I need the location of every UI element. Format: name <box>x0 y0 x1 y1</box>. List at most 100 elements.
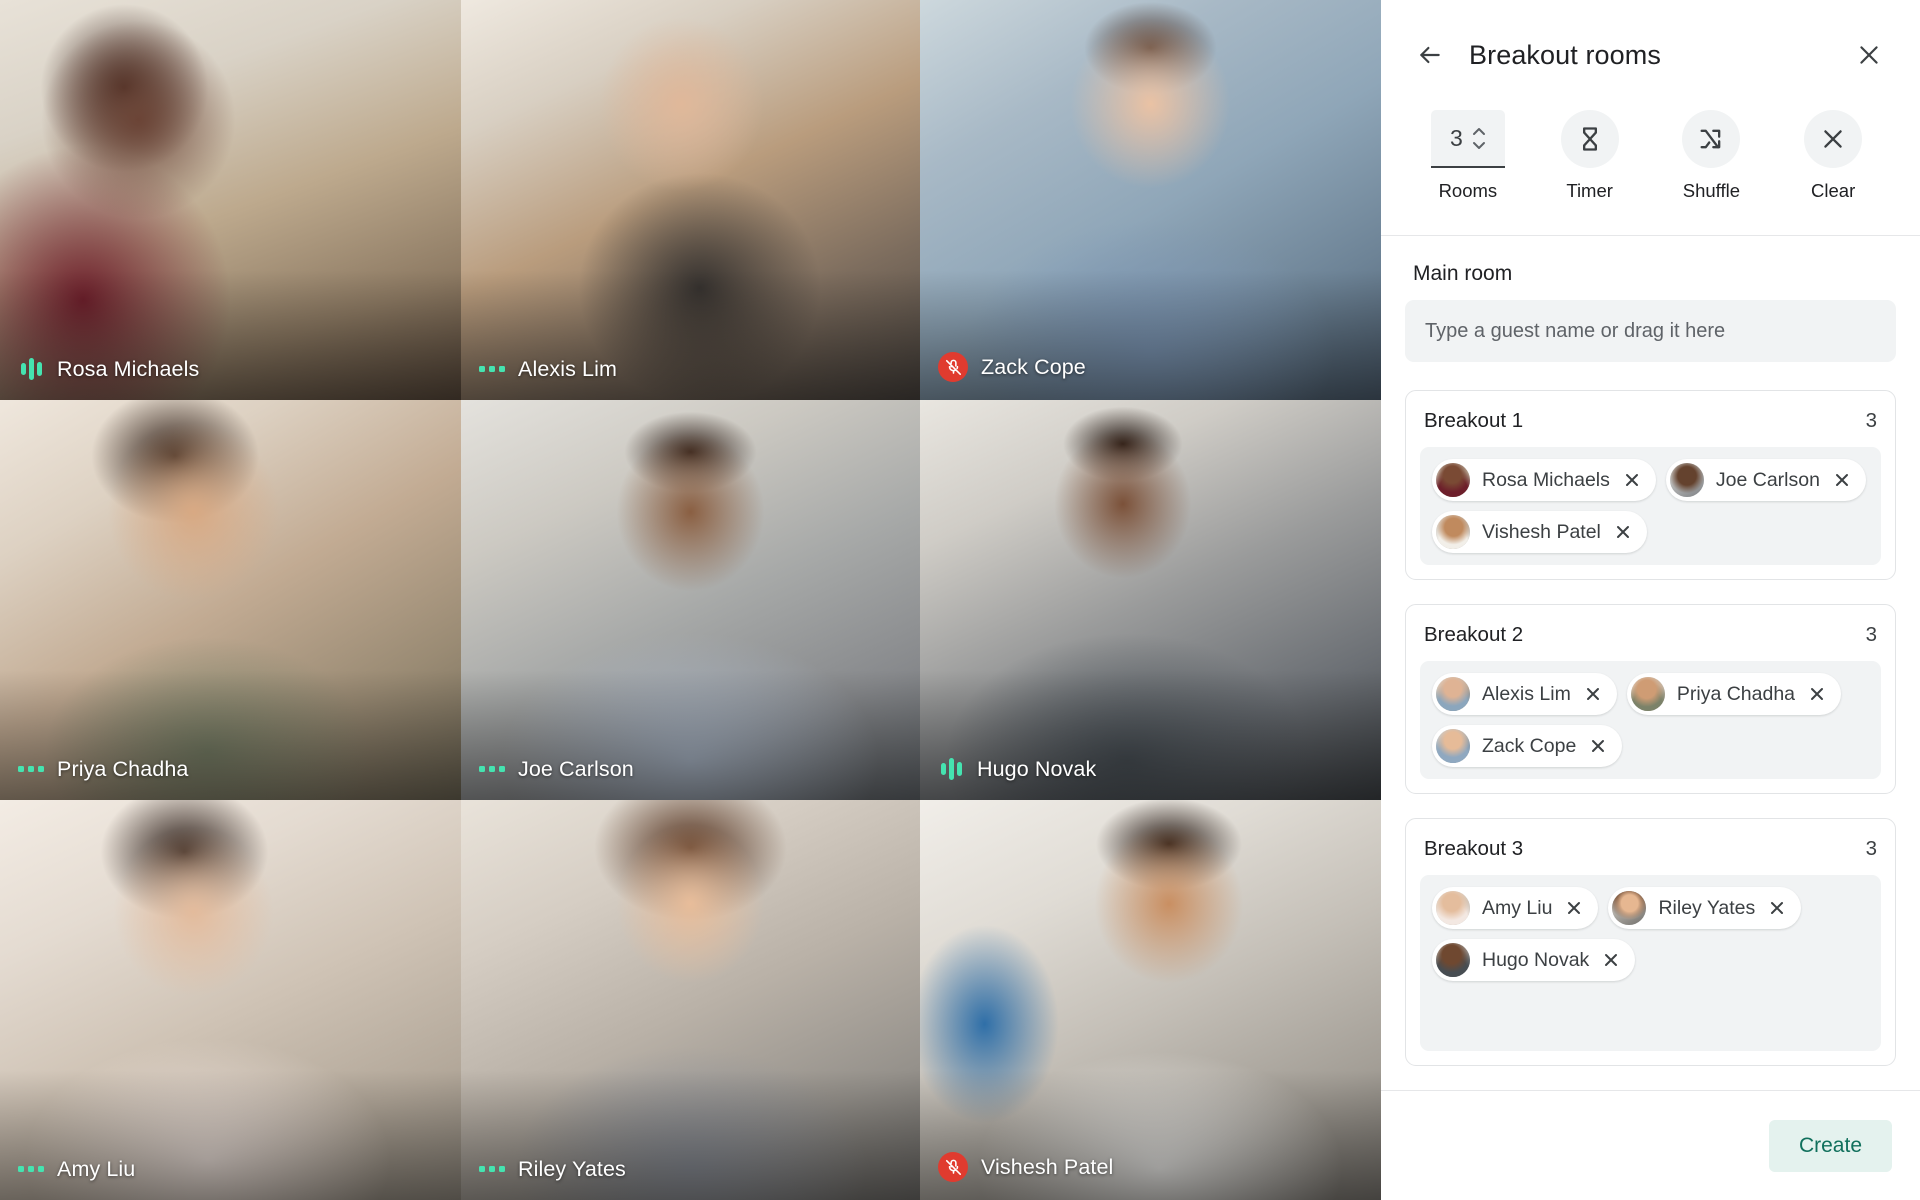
close-icon <box>1568 902 1581 914</box>
video-tile-riley-yates[interactable]: Riley Yates <box>461 800 920 1200</box>
breakout-room-header: Breakout 1 3 <box>1420 405 1881 447</box>
tile-participant-name: Joe Carlson <box>518 756 634 781</box>
participant-chip[interactable]: Rosa Michaels <box>1432 459 1656 501</box>
avatar <box>1436 515 1470 549</box>
back-button[interactable] <box>1407 32 1453 78</box>
participant-chip[interactable]: Hugo Novak <box>1432 939 1636 981</box>
tile-label: Rosa Michaels <box>18 356 199 382</box>
breakout-room-title: Breakout 3 <box>1424 837 1524 860</box>
stepper-arrows-icon[interactable] <box>1472 127 1486 150</box>
video-tile-alexis-lim[interactable]: Alexis Lim <box>461 0 920 400</box>
tile-participant-name: Amy Liu <box>57 1156 136 1181</box>
tile-label: Priya Chadha <box>18 756 188 782</box>
avatar <box>1436 677 1470 711</box>
rooms-stepper[interactable]: 3 Rooms <box>1407 110 1529 235</box>
avatar <box>1612 891 1647 925</box>
video-feed <box>0 400 461 800</box>
breakout-room-card[interactable]: Breakout 3 3 Amy Liu Riley Yates Hugo No… <box>1405 818 1896 1066</box>
tile-label: Zack Cope <box>938 352 1086 382</box>
tile-label: Joe Carlson <box>479 756 634 782</box>
remove-participant-button[interactable] <box>1830 468 1854 492</box>
timer-button-circle <box>1560 110 1619 168</box>
participant-chip[interactable]: Alexis Lim <box>1432 673 1617 715</box>
timer-button[interactable]: Timer <box>1529 110 1651 235</box>
video-feed <box>461 800 920 1200</box>
video-tile-amy-liu[interactable]: Amy Liu <box>0 800 461 1200</box>
participant-chip-name: Vishesh Patel <box>1482 520 1601 543</box>
video-tile-rosa-michaels[interactable]: Rosa Michaels <box>0 0 461 400</box>
breakout-rooms-screen: Rosa Michaels Alexis Lim Zack Cope Priya… <box>0 0 1920 1200</box>
shuffle-label: Shuffle <box>1682 180 1740 201</box>
tile-label: Alexis Lim <box>479 356 617 382</box>
participant-chip[interactable]: Vishesh Patel <box>1432 511 1647 553</box>
main-room-title: Main room <box>1413 262 1513 285</box>
participant-chip[interactable]: Zack Cope <box>1432 725 1623 767</box>
video-feed <box>461 0 920 400</box>
rooms-stepper-field[interactable]: 3 <box>1430 110 1505 168</box>
remove-participant-button[interactable] <box>1611 520 1635 544</box>
close-button[interactable] <box>1846 32 1892 78</box>
chevron-down-icon[interactable] <box>1472 141 1486 150</box>
panel-toolbar: 3 Rooms Timer Shuffle Clear <box>1381 110 1920 235</box>
avatar <box>1436 891 1470 925</box>
breakout-room-card[interactable]: Breakout 2 3 Alexis Lim Priya Chadha Zac… <box>1405 604 1896 794</box>
close-icon <box>1860 46 1878 64</box>
video-grid: Rosa Michaels Alexis Lim Zack Cope Priya… <box>0 0 1381 1200</box>
breakout-room-dropzone[interactable]: Amy Liu Riley Yates Hugo Novak <box>1420 875 1881 1051</box>
tile-participant-name: Alexis Lim <box>518 356 617 381</box>
video-tile-hugo-novak[interactable]: Hugo Novak <box>920 400 1381 800</box>
participant-chip-name: Alexis Lim <box>1482 682 1571 705</box>
tile-participant-name: Rosa Michaels <box>57 356 200 381</box>
close-icon <box>1625 474 1638 486</box>
remove-participant-button[interactable] <box>1581 682 1605 706</box>
video-feed <box>920 400 1381 800</box>
rooms-count-value: 3 <box>1449 124 1463 151</box>
tile-participant-name: Vishesh Patel <box>981 1154 1114 1179</box>
remove-participant-button[interactable] <box>1805 682 1829 706</box>
tile-label: Hugo Novak <box>938 756 1096 782</box>
breakout-rooms-panel: Breakout rooms 3 Rooms Timer Shuffle Cle… <box>1381 0 1920 1200</box>
breakout-room-card[interactable]: Breakout 1 3 Rosa Michaels Joe Carlson V… <box>1405 390 1896 580</box>
shuffle-button-circle <box>1682 110 1741 168</box>
tile-label: Amy Liu <box>18 1156 135 1182</box>
video-tile-joe-carlson[interactable]: Joe Carlson <box>461 400 920 800</box>
participant-chip[interactable]: Joe Carlson <box>1665 459 1866 501</box>
video-tile-priya-chadha[interactable]: Priya Chadha <box>0 400 461 800</box>
clear-button[interactable]: Clear <box>1772 110 1894 235</box>
participant-chip-name: Rosa Michaels <box>1482 468 1610 491</box>
arrow-left-icon <box>1420 46 1440 64</box>
panel-body[interactable]: Main room Type a guest name or drag it h… <box>1381 236 1920 1090</box>
mic-dots-icon <box>18 1156 44 1182</box>
chevron-up-icon[interactable] <box>1472 127 1486 136</box>
participant-chip[interactable]: Riley Yates <box>1608 887 1802 929</box>
avatar <box>1436 463 1470 497</box>
tile-participant-name: Riley Yates <box>518 1156 626 1181</box>
remove-participant-button[interactable] <box>1765 896 1789 920</box>
close-icon <box>1835 474 1848 486</box>
remove-participant-button[interactable] <box>1620 468 1644 492</box>
breakout-room-title: Breakout 1 <box>1424 409 1524 432</box>
participant-chip[interactable]: Priya Chadha <box>1626 673 1842 715</box>
close-icon <box>1824 130 1842 148</box>
participant-chip[interactable]: Amy Liu <box>1432 887 1599 929</box>
breakout-room-header: Breakout 3 3 <box>1420 833 1881 875</box>
participant-chip-name: Hugo Novak <box>1482 948 1590 971</box>
video-tile-vishesh-patel[interactable]: Vishesh Patel <box>920 800 1381 1200</box>
create-button[interactable]: Create <box>1768 1119 1892 1172</box>
rooms-label: Rooms <box>1438 180 1498 201</box>
avatar <box>1436 943 1470 977</box>
close-icon <box>1592 740 1605 752</box>
tile-label: Vishesh Patel <box>938 1152 1113 1182</box>
video-feed <box>461 400 920 800</box>
remove-participant-button[interactable] <box>1586 734 1610 758</box>
shuffle-button[interactable]: Shuffle <box>1651 110 1773 235</box>
remove-participant-button[interactable] <box>1562 896 1586 920</box>
avatar <box>1436 729 1470 763</box>
video-feed <box>920 800 1381 1200</box>
remove-participant-button[interactable] <box>1599 948 1623 972</box>
breakout-room-dropzone[interactable]: Alexis Lim Priya Chadha Zack Cope <box>1420 661 1881 779</box>
shuffle-icon <box>1700 129 1721 149</box>
breakout-room-dropzone[interactable]: Rosa Michaels Joe Carlson Vishesh Patel <box>1420 447 1881 565</box>
video-tile-zack-cope[interactable]: Zack Cope <box>920 0 1381 400</box>
main-room-dropzone[interactable]: Type a guest name or drag it here <box>1405 300 1896 362</box>
